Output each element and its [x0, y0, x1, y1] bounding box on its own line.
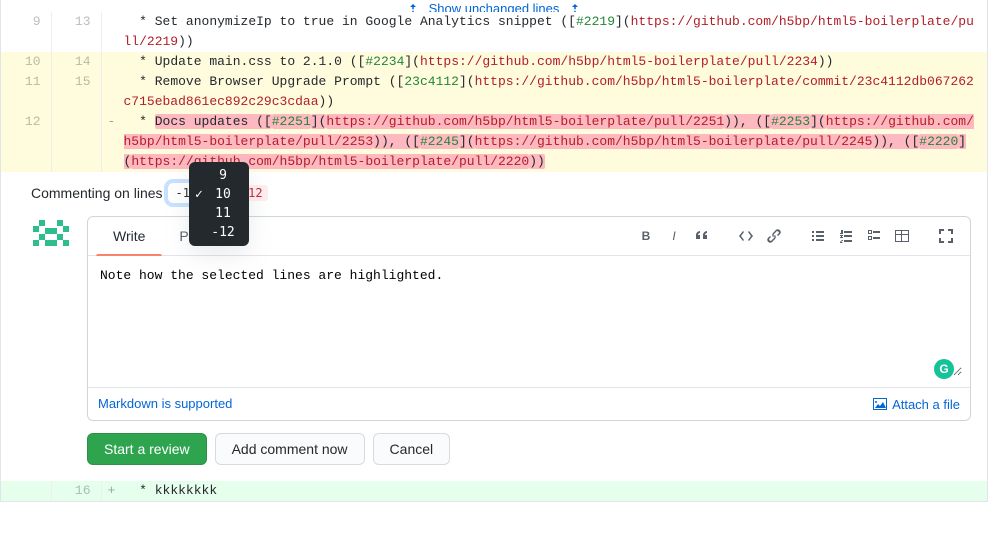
- diff-table-after: 16 * kkkkkkkk: [1, 481, 987, 501]
- table-icon[interactable]: [890, 224, 914, 248]
- list-ol-icon[interactable]: [834, 224, 858, 248]
- new-line-number[interactable]: 14: [51, 52, 101, 72]
- comment-form: Commenting on lines -12 to -12 91011-12: [1, 172, 987, 481]
- code-icon[interactable]: [734, 224, 758, 248]
- diff-row: 12 * Docs updates ([#2251](https://githu…: [1, 112, 987, 172]
- new-line-number[interactable]: 13: [51, 12, 101, 52]
- start-review-button[interactable]: Start a review: [87, 433, 207, 465]
- comment-box: Write Preview B I: [87, 216, 971, 421]
- line-option[interactable]: 11: [189, 204, 249, 223]
- code-line[interactable]: * Set anonymizeIp to true in Google Anal…: [101, 12, 987, 52]
- diff-row: 1014 * Update main.css to 2.1.0 ([#2234]…: [1, 52, 987, 72]
- line-option[interactable]: -12: [189, 223, 249, 242]
- italic-icon[interactable]: I: [662, 224, 686, 248]
- tab-write[interactable]: Write: [96, 217, 162, 256]
- tasklist-icon[interactable]: [862, 224, 886, 248]
- show-lines-label: Show unchanged lines: [429, 1, 560, 12]
- show-unchanged-lines-button[interactable]: Show unchanged lines: [1, 0, 987, 12]
- old-line-number[interactable]: 10: [1, 52, 51, 72]
- attach-file-link[interactable]: Attach a file: [872, 396, 960, 412]
- list-ul-icon[interactable]: [806, 224, 830, 248]
- diff-row: 16 * kkkkkkkk: [1, 481, 987, 501]
- image-icon: [872, 396, 888, 412]
- line-dropdown[interactable]: 91011-12: [189, 162, 249, 246]
- action-buttons: Start a review Add comment now Cancel: [87, 433, 971, 465]
- markdown-toolbar: B I: [618, 224, 962, 248]
- grammarly-icon[interactable]: G: [934, 359, 954, 379]
- link-icon[interactable]: [762, 224, 786, 248]
- line-option[interactable]: 9: [189, 166, 249, 185]
- cancel-button[interactable]: Cancel: [373, 433, 451, 465]
- diff-container: Show unchanged lines 913 * Set anonymize…: [0, 0, 988, 502]
- new-line-number[interactable]: [51, 112, 101, 172]
- code-line[interactable]: * kkkkkkkk: [101, 481, 987, 501]
- commenting-prefix: Commenting on lines: [31, 185, 163, 201]
- quote-icon[interactable]: [690, 224, 714, 248]
- commenting-on-row: Commenting on lines -12 to -12 91011-12: [31, 182, 268, 204]
- unfold-icon: [407, 4, 419, 12]
- unfold-icon: [569, 4, 581, 12]
- old-line-number[interactable]: 12: [1, 112, 51, 172]
- identicon-icon: [31, 216, 71, 256]
- old-line-number[interactable]: 11: [1, 72, 51, 112]
- diff-table: 913 * Set anonymizeIp to true in Google …: [1, 12, 987, 172]
- line-option[interactable]: 10: [189, 185, 249, 204]
- diff-row: 1115 * Remove Browser Upgrade Prompt ([2…: [1, 72, 987, 112]
- markdown-supported-link[interactable]: Markdown is supported: [98, 396, 232, 412]
- avatar: [31, 216, 71, 256]
- new-line-number[interactable]: 16: [51, 481, 101, 501]
- add-comment-button[interactable]: Add comment now: [215, 433, 365, 465]
- diff-row: 913 * Set anonymizeIp to true in Google …: [1, 12, 987, 52]
- new-line-number[interactable]: 15: [51, 72, 101, 112]
- comment-textarea[interactable]: [96, 264, 962, 376]
- bold-icon[interactable]: B: [634, 224, 658, 248]
- code-line[interactable]: * Update main.css to 2.1.0 ([#2234](http…: [101, 52, 987, 72]
- old-line-number[interactable]: 9: [1, 12, 51, 52]
- code-line[interactable]: * Remove Browser Upgrade Prompt ([23c411…: [101, 72, 987, 112]
- fullscreen-icon[interactable]: [934, 224, 958, 248]
- old-line-number[interactable]: [1, 481, 51, 501]
